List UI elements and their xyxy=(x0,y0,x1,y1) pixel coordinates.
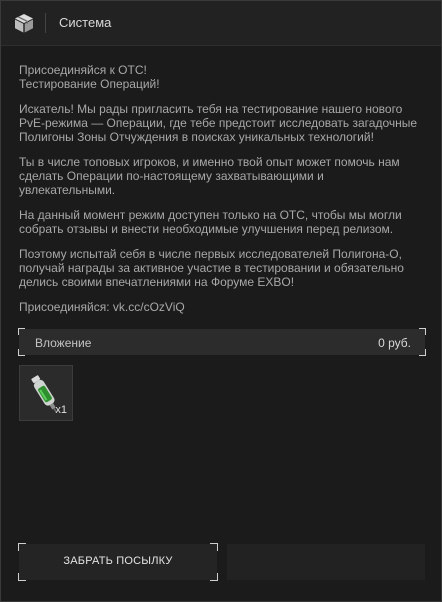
message-body: Присоединяйся к ОТС! Тестирование Операц… xyxy=(19,63,419,325)
frame-corner xyxy=(210,543,218,551)
message-paragraph: Поэтому испытай себя в числе первых иссл… xyxy=(19,247,404,289)
message-paragraph: Искатель! Мы рады пригласить тебя на тес… xyxy=(19,102,418,144)
attachment-label: Вложение xyxy=(35,336,92,350)
secondary-button-slot xyxy=(227,544,425,580)
message-link-line[interactable]: Присоединяйся: vk.cc/cOzViQ xyxy=(19,300,419,314)
message-paragraph: Ты в числе топовых игроков, и именно тво… xyxy=(19,155,400,197)
package-icon xyxy=(13,12,35,34)
frame-corner xyxy=(18,349,25,356)
frame-corner xyxy=(419,349,426,356)
frame-corner xyxy=(210,573,218,581)
attachment-item-slot[interactable]: x1 xyxy=(19,365,73,421)
header-divider xyxy=(45,13,46,33)
claim-package-label: ЗАБРАТЬ ПОСЫЛКУ xyxy=(63,555,173,567)
claim-package-button[interactable]: ЗАБРАТЬ ПОСЫЛКУ xyxy=(18,543,218,581)
frame-corner xyxy=(18,573,26,581)
attachment-amount: 0 руб. xyxy=(378,336,411,350)
message-paragraph: На данный момент режим доступен только н… xyxy=(19,208,402,236)
message-paragraph: Присоединяйся к ОТС! Тестирование Операц… xyxy=(19,63,419,91)
message-heading: Присоединяйся к ОТС! Тестирование Операц… xyxy=(19,63,160,91)
item-quantity: x1 xyxy=(55,404,67,416)
window-title: Система xyxy=(59,15,112,30)
mail-window: Система Присоединяйся к ОТС! Тестировани… xyxy=(0,0,442,602)
frame-corner xyxy=(18,328,25,335)
window-header: Система xyxy=(1,1,441,46)
attachment-bar: Вложение 0 руб. xyxy=(18,328,426,356)
frame-corner xyxy=(419,328,426,335)
frame-corner xyxy=(18,543,26,551)
